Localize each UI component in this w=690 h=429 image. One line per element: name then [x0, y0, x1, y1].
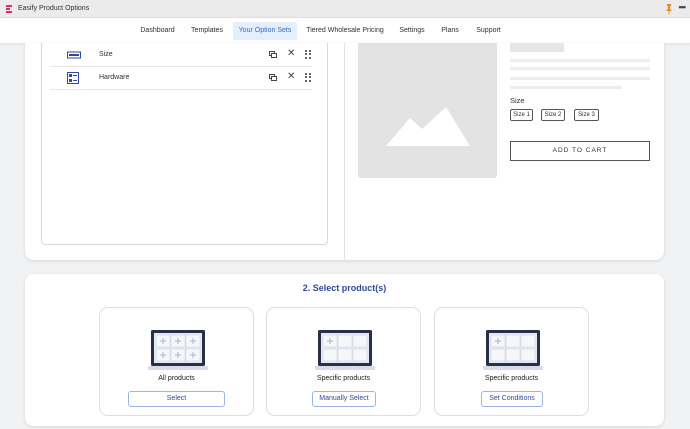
laptop-grid-icon [148, 330, 208, 370]
all-products-card: All products Select [99, 307, 254, 416]
drag-handle-icon[interactable] [305, 73, 311, 82]
pin-icon[interactable] [666, 4, 672, 14]
app-logo-icon [6, 4, 14, 13]
product-image-placeholder [358, 43, 497, 178]
option-list: Size ✕ Hardware ✕ [41, 43, 328, 245]
size-option-button[interactable]: Size 3 [574, 109, 599, 121]
nav-tiered-wholesale-pricing[interactable]: Tiered Wholesale Pricing [303, 22, 387, 40]
option-row-size[interactable]: Size ✕ [50, 44, 312, 67]
card-label: All products [158, 375, 195, 382]
add-to-cart-button[interactable]: ADD TO CART [510, 141, 650, 161]
duplicate-icon[interactable] [269, 51, 277, 59]
duplicate-icon[interactable] [269, 74, 277, 82]
delete-icon[interactable]: ✕ [287, 72, 295, 82]
set-conditions-button[interactable]: Set Conditions [481, 391, 543, 407]
card-label: Specific products [484, 375, 539, 382]
app-title: Easify Product Options [18, 5, 90, 12]
drag-handle-icon[interactable] [305, 50, 311, 59]
manual-select-card: Specific products Manually Select [266, 307, 421, 416]
option-label: Hardware [99, 74, 130, 81]
dropdown-field-icon [67, 51, 81, 59]
description-skeleton-line [510, 77, 650, 80]
manually-select-button[interactable]: Manually Select [312, 391, 376, 407]
more-options-icon[interactable]: ••• [679, 2, 687, 12]
nav-plans[interactable]: Plans [436, 22, 464, 40]
size-option-button[interactable]: Size 2 [541, 109, 565, 121]
select-products-title: 2. Select product(s) [302, 283, 387, 293]
app-titlebar: Easify Product Options ••• [0, 0, 690, 18]
main-nav: Dashboard Templates Your Option Sets Tie… [0, 18, 690, 44]
description-skeleton-line [510, 59, 650, 62]
option-set-editor-card: Size ✕ Hardware ✕ Size Size 1 Size 2 Siz… [25, 43, 664, 260]
nav-your-option-sets[interactable]: Your Option Sets [233, 22, 297, 40]
image-placeholder-icon [386, 107, 470, 146]
size-option-button[interactable]: Size 1 [510, 109, 533, 121]
laptop-grid-icon [483, 330, 543, 370]
nav-settings[interactable]: Settings [393, 22, 431, 40]
description-skeleton-line [510, 86, 622, 89]
select-products-card: 2. Select product(s) All products Select [25, 274, 664, 426]
column-divider [344, 43, 345, 260]
delete-icon[interactable]: ✕ [287, 49, 295, 59]
option-label: Size [99, 51, 113, 58]
card-label: Specific products [316, 375, 371, 382]
option-row-hardware[interactable]: Hardware ✕ [50, 67, 312, 90]
select-all-products-button[interactable]: Select [128, 391, 225, 407]
preview-size-label: Size [510, 96, 525, 105]
nav-support[interactable]: Support [471, 22, 506, 40]
swatch-list-icon [67, 72, 79, 84]
laptop-grid-icon [315, 330, 375, 370]
description-skeleton-line [510, 67, 650, 70]
nav-dashboard[interactable]: Dashboard [134, 22, 181, 40]
product-title-skeleton [510, 43, 564, 52]
nav-templates[interactable]: Templates [186, 22, 228, 40]
conditions-select-card: Specific products Set Conditions [434, 307, 589, 416]
